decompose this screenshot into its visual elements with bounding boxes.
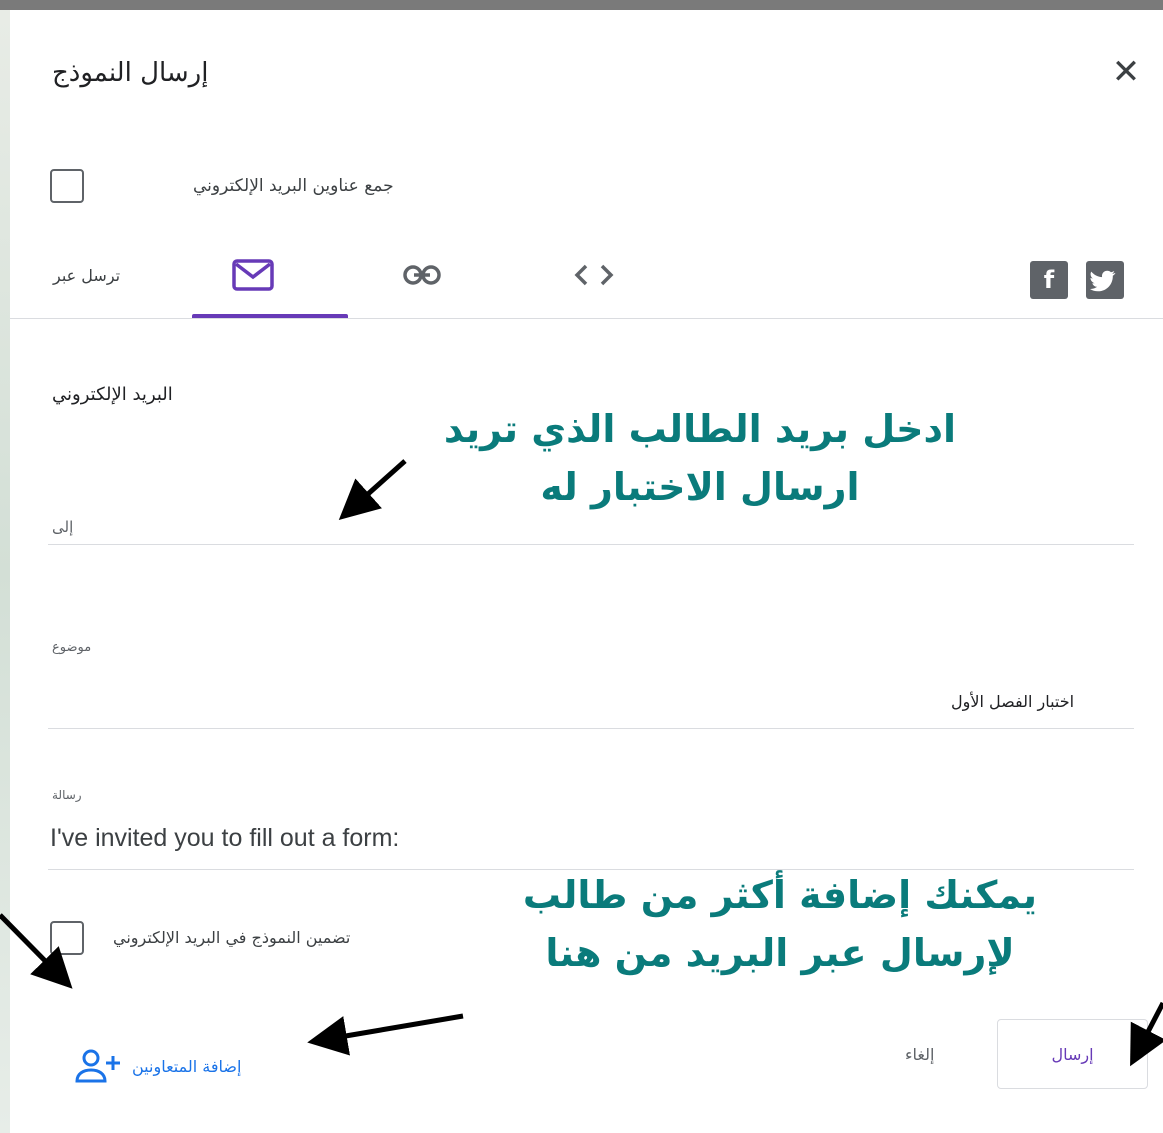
arrow-icon (307, 1013, 464, 1056)
arrow-icon (338, 459, 407, 520)
arrow-icon (1130, 1001, 1163, 1067)
annotation-arrows (0, 459, 1163, 1067)
arrow-icon (0, 913, 73, 989)
